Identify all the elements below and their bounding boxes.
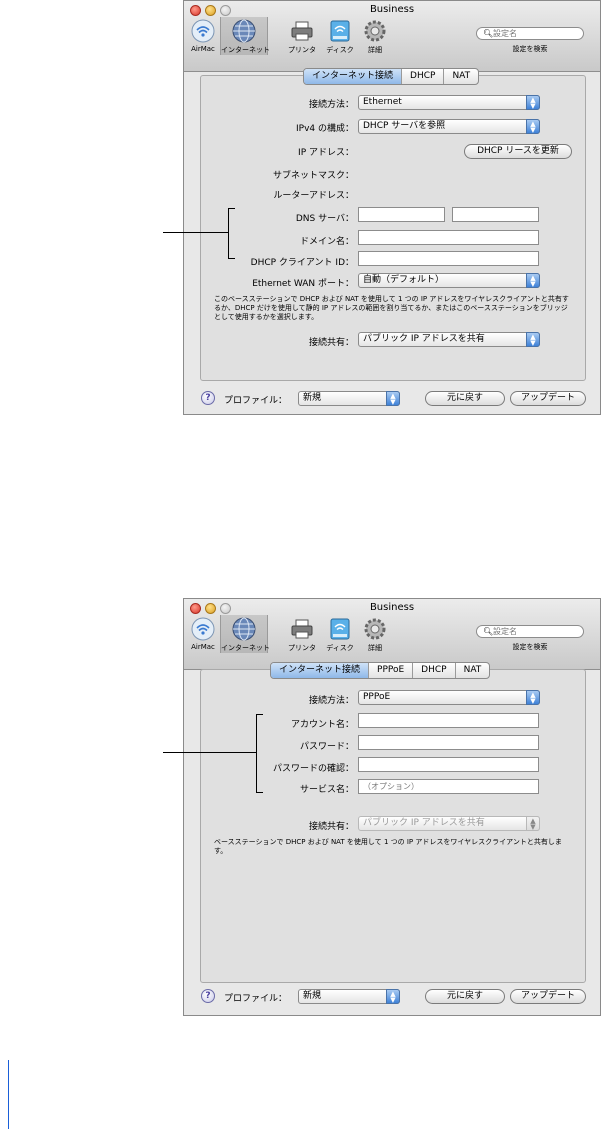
dns-server-label: DNS サーバ：	[295, 214, 354, 224]
toolbar-airmac[interactable]: AirMac	[186, 615, 220, 653]
profile-popup[interactable]: 新規 ▲ ▼	[298, 391, 400, 406]
service-name-label: サービス名：	[299, 785, 354, 795]
wan-port-popup[interactable]: 自動（デフォルト） ▲ ▼	[358, 273, 540, 288]
globe-icon	[232, 19, 256, 43]
domain-name-label: ドメイン名：	[299, 237, 354, 247]
chevron-updown-icon: ▲ ▼	[526, 273, 540, 288]
chevron-updown-icon: ▲ ▼	[386, 989, 400, 1004]
router-address-label: ルーターアドレス：	[273, 191, 354, 201]
toolbar-disk[interactable]: ディスク	[322, 17, 358, 55]
search-label: 設定を検索	[512, 45, 548, 53]
wan-port-label: Ethernet WAN ポート：	[252, 279, 354, 289]
page-margin-marker	[8, 1060, 9, 1129]
disk-icon	[330, 618, 350, 640]
callout-bracket-pppoe-group	[256, 714, 263, 793]
dhcp-client-id-field[interactable]	[358, 251, 539, 266]
revert-button[interactable]: 元に戻す	[425, 989, 505, 1004]
dns-server-field-2[interactable]	[452, 207, 539, 222]
disk-icon	[330, 20, 350, 42]
chevron-updown-icon: ▲ ▼	[526, 119, 540, 134]
toolbar-disk[interactable]: ディスク	[322, 615, 358, 653]
help-button[interactable]: ?	[201, 989, 215, 1003]
search-input[interactable]	[493, 28, 578, 39]
toolbar-printer[interactable]: プリンタ	[286, 17, 318, 55]
update-button[interactable]: アップデート	[510, 391, 586, 406]
search-input[interactable]	[493, 626, 578, 637]
connection-method-label: 接続方法：	[308, 696, 354, 706]
account-name-field[interactable]	[358, 713, 539, 728]
search-icon: 🔍︎	[483, 627, 494, 636]
airmac-icon	[191, 19, 215, 43]
tab-pppoe[interactable]: PPPoE	[369, 663, 414, 678]
dns-server-field-1[interactable]	[358, 207, 445, 222]
renew-dhcp-lease-button[interactable]: DHCP リースを更新	[464, 144, 572, 159]
toolbar-printer[interactable]: プリンタ	[286, 615, 318, 653]
search-label: 設定を検索	[512, 643, 548, 651]
service-name-field[interactable]	[358, 779, 539, 794]
revert-button[interactable]: 元に戻す	[425, 391, 505, 406]
gear-icon	[364, 20, 386, 42]
tab-dhcp[interactable]: DHCP	[413, 663, 456, 678]
tab-nat[interactable]: NAT	[444, 69, 478, 84]
tab-bar: インターネット接続 DHCP NAT	[303, 68, 480, 85]
chevron-updown-icon: ▲ ▼	[526, 690, 540, 705]
tab-bar: インターネット接続 PPPoE DHCP NAT	[270, 662, 491, 679]
profile-label: プロファイル：	[224, 396, 288, 406]
tab-internet-connection[interactable]: インターネット接続	[271, 663, 370, 678]
dhcp-client-id-label: DHCP クライアント ID：	[250, 258, 354, 268]
connection-method-popup[interactable]: Ethernet ▲ ▼	[358, 95, 540, 110]
callout-line-dns-group	[163, 232, 228, 233]
toolbar-airmac[interactable]: AirMac	[186, 17, 220, 55]
toolbar-internet[interactable]: インターネット	[220, 615, 270, 653]
description-text: ベースステーションで DHCP および NAT を使用して 1 つの IP アド…	[214, 838, 562, 855]
connection-sharing-label: 接続共有：	[308, 338, 354, 348]
window-title: Business	[369, 602, 415, 613]
gear-icon	[364, 618, 386, 640]
connection-sharing-popup[interactable]: パブリック IP アドレスを共有 ▲ ▼	[358, 816, 540, 831]
tab-internet-connection[interactable]: インターネット接続	[304, 69, 403, 84]
printer-icon	[291, 619, 313, 639]
subnet-mask-label: サブネットマスク：	[272, 171, 354, 181]
ipv4-config-label: IPv4 の構成：	[296, 124, 354, 134]
window-toolbar: Business AirMac インターネット プリンタ ディスク 詳細 🔍︎ …	[184, 1, 600, 72]
connection-sharing-popup[interactable]: パブリック IP アドレスを共有 ▲ ▼	[358, 332, 540, 347]
callout-line-pppoe-group	[163, 752, 256, 753]
password-field[interactable]	[358, 735, 539, 750]
password-confirm-field[interactable]	[358, 757, 539, 772]
window-toolbar: Business AirMac インターネット プリンタ ディスク 詳細 🔍︎ …	[184, 599, 600, 670]
connection-sharing-label: 接続共有：	[308, 822, 354, 832]
ip-address-label: IP アドレス：	[298, 148, 354, 158]
toolbar-advanced[interactable]: 詳細	[360, 615, 390, 653]
search-field[interactable]: 🔍︎	[476, 27, 584, 40]
connection-method-popup[interactable]: PPPoE ▲ ▼	[358, 690, 540, 705]
tab-dhcp[interactable]: DHCP	[402, 69, 445, 84]
chevron-updown-icon: ▲ ▼	[386, 391, 400, 406]
help-button[interactable]: ?	[201, 391, 215, 405]
search-icon: 🔍︎	[483, 29, 494, 38]
ipv4-config-popup[interactable]: DHCP サーバを参照 ▲ ▼	[358, 119, 540, 134]
chevron-updown-icon: ▲ ▼	[526, 332, 540, 347]
profile-label: プロファイル：	[224, 994, 288, 1004]
password-confirm-label: パスワードの確認：	[272, 764, 354, 774]
globe-icon	[232, 617, 256, 641]
toolbar-internet[interactable]: インターネット	[220, 17, 270, 55]
description-text: このベースステーションで DHCP および NAT を使用して 1 つの IP …	[214, 295, 569, 321]
account-name-label: アカウント名：	[290, 720, 354, 730]
connection-method-label: 接続方法：	[308, 100, 354, 110]
prefs-window-internet-pppoe: Business AirMac インターネット プリンタ ディスク 詳細 🔍︎ …	[183, 598, 601, 1016]
printer-icon	[291, 21, 313, 41]
chevron-updown-icon: ▲ ▼	[526, 816, 540, 831]
callout-bracket-dns-group	[228, 208, 235, 259]
update-button[interactable]: アップデート	[510, 989, 586, 1004]
prefs-window-internet-dhcp: Business AirMac インターネット プリンタ ディスク 詳細 🔍︎ …	[183, 0, 601, 415]
window-title: Business	[369, 4, 415, 15]
tab-nat[interactable]: NAT	[456, 663, 490, 678]
airmac-icon	[191, 617, 215, 641]
search-field[interactable]: 🔍︎	[476, 625, 584, 638]
chevron-updown-icon: ▲ ▼	[526, 95, 540, 110]
toolbar-advanced[interactable]: 詳細	[360, 17, 390, 55]
domain-name-field[interactable]	[358, 230, 539, 245]
password-label: パスワード：	[299, 742, 354, 752]
profile-popup[interactable]: 新規 ▲ ▼	[298, 989, 400, 1004]
